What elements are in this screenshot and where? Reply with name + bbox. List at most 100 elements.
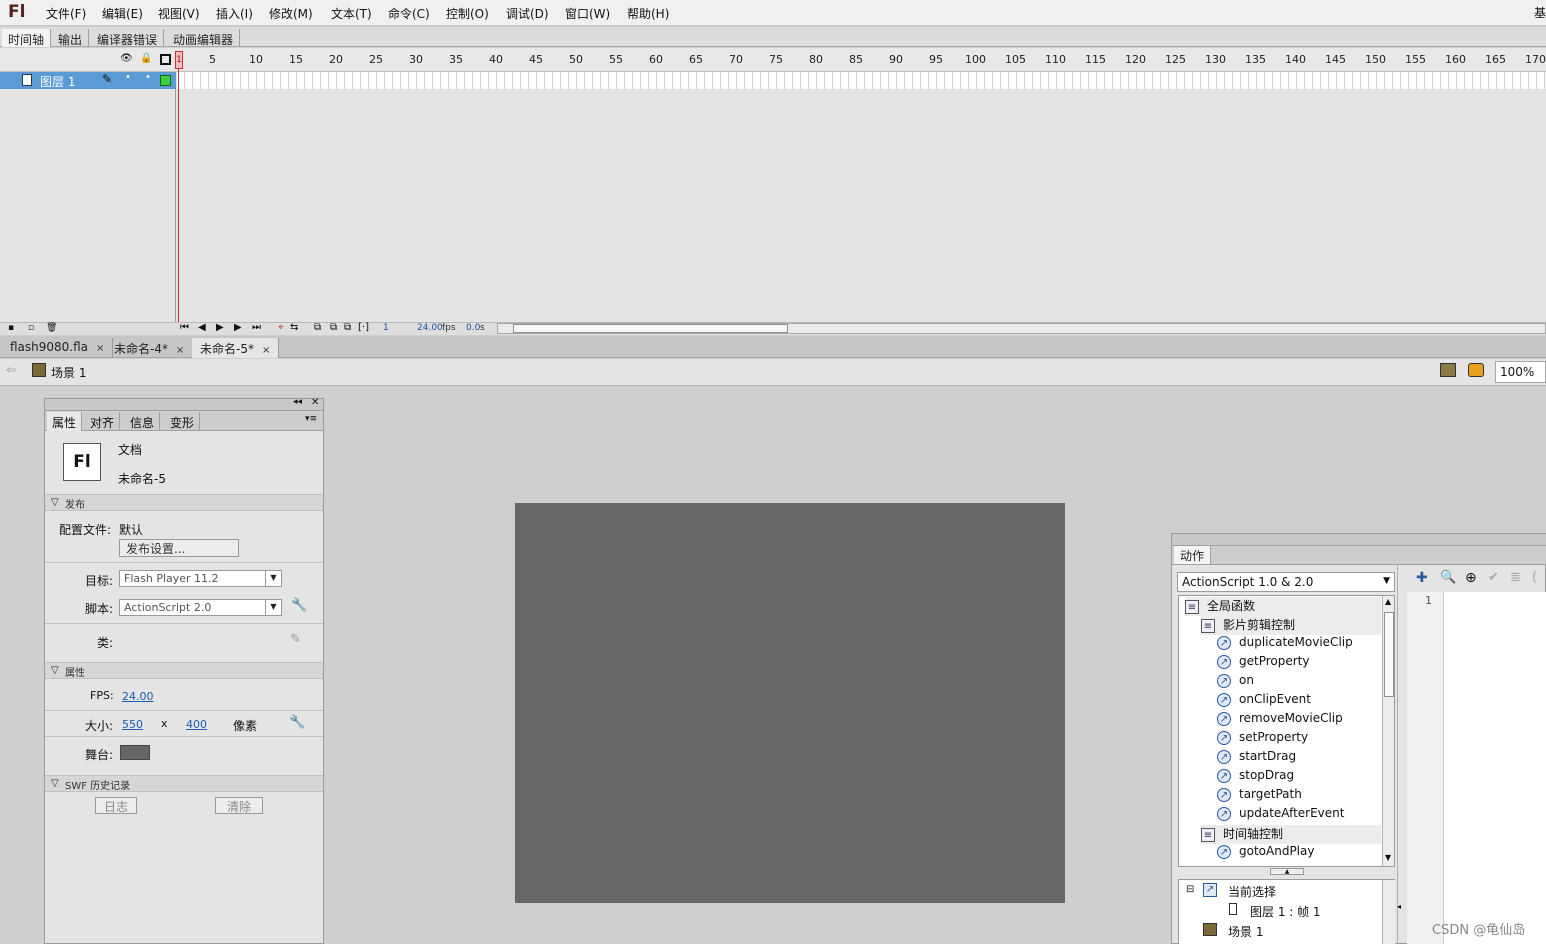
menu-help[interactable]: 帮助(H) <box>627 5 669 22</box>
first-frame-icon[interactable]: ⏮ <box>180 322 189 333</box>
layer-color-swatch[interactable] <box>160 75 171 86</box>
tab-align[interactable]: 对齐 <box>85 412 121 431</box>
scroll-up-icon[interactable]: ▲ <box>1385 597 1391 606</box>
splitter-handle[interactable]: ▲ <box>1270 868 1304 875</box>
current-selection-label[interactable]: 当前选择 <box>1228 883 1276 900</box>
height-value[interactable]: 400 <box>186 718 207 731</box>
edit-multiple-icon[interactable]: ⧉ <box>344 322 351 333</box>
tab-timeline[interactable]: 时间轴 <box>2 29 52 47</box>
menu-text[interactable]: 文本(T) <box>331 5 372 22</box>
tab-actions[interactable]: 动作 <box>1174 546 1212 564</box>
fps-value[interactable]: 24.00 <box>122 690 154 703</box>
onion-skin-icon[interactable]: ⧉ <box>314 322 321 333</box>
last-frame-icon[interactable]: ⏭ <box>252 322 261 333</box>
step-forward-icon[interactable]: ▶ <box>234 322 242 333</box>
navigator-scrollbar[interactable] <box>1382 880 1395 944</box>
lock-dot-icon[interactable]: • <box>145 72 151 83</box>
fps-readout[interactable]: 24.00 <box>417 323 443 333</box>
timeline-scroll-thumb[interactable] <box>513 324 788 333</box>
onion-markers-icon[interactable]: [·] <box>358 322 369 333</box>
workspace-switcher[interactable]: 基 <box>1534 4 1546 21</box>
menu-control[interactable]: 控制(O) <box>446 5 489 22</box>
add-icon[interactable]: ✚ <box>1416 570 1428 586</box>
close-icon[interactable]: × <box>96 343 104 354</box>
clear-button[interactable]: 清除 <box>215 797 263 814</box>
lock-icon[interactable]: 🔒 <box>140 53 152 64</box>
tree-function[interactable]: ↗ setProperty <box>1217 730 1381 749</box>
frame-selection-label[interactable]: 图层 1 : 帧 1 <box>1250 903 1321 920</box>
language-select[interactable]: ActionScript 1.0 & 2.0 ▼ <box>1177 572 1395 592</box>
code-hint-icon[interactable]: ( <box>1532 570 1537 585</box>
tab-motion-editor[interactable]: 动画编辑器 <box>167 29 241 47</box>
layer-row[interactable]: 图层 1 ✎ • • <box>0 72 176 89</box>
menu-modify[interactable]: 修改(M) <box>269 5 313 22</box>
tree-function[interactable]: ↗ stopDrag <box>1217 768 1381 787</box>
wrench-icon[interactable]: 🔧 <box>291 598 307 613</box>
play-icon[interactable]: ▶ <box>216 322 224 333</box>
code-editor[interactable] <box>1444 592 1546 944</box>
menu-view[interactable]: 视图(V) <box>158 5 200 22</box>
tree-folder[interactable]: ≡ 影片剪辑控制 <box>1201 616 1381 635</box>
close-icon[interactable]: × <box>176 345 184 356</box>
menu-window[interactable]: 窗口(W) <box>565 5 610 22</box>
properties-section-header[interactable]: ▽ 属性 <box>45 662 323 679</box>
wrench-icon[interactable]: 🔧 <box>289 715 305 730</box>
scene-label[interactable]: 场景 1 <box>51 364 86 381</box>
center-frame-icon[interactable]: ⌖ <box>278 322 284 333</box>
tree-function[interactable]: ↗ gotoAndPlay <box>1217 844 1381 863</box>
outline-icon[interactable] <box>160 54 171 65</box>
step-back-icon[interactable]: ◀ <box>198 322 206 333</box>
tree-function[interactable]: ↗ getProperty <box>1217 654 1381 673</box>
target-select[interactable]: Flash Player 11.2 ▼ <box>119 570 282 587</box>
visible-dot-icon[interactable]: • <box>125 72 131 83</box>
new-layer-icon[interactable]: ▪ <box>8 323 14 333</box>
collapse-icon[interactable]: ⊟ <box>1186 884 1194 895</box>
playhead-handle[interactable]: 1 <box>175 51 183 69</box>
panel-menu-icon[interactable]: ▾≡ <box>305 414 317 424</box>
eye-icon[interactable]: 👁 <box>120 53 133 64</box>
frame-cells[interactable] <box>177 72 1546 89</box>
script-select[interactable]: ActionScript 2.0 ▼ <box>119 599 282 616</box>
stage-color-swatch[interactable] <box>120 745 150 760</box>
pencil-icon[interactable]: ✎ <box>290 632 301 647</box>
scene-selection-label[interactable]: 场景 1 <box>1228 923 1263 940</box>
scroll-thumb[interactable] <box>1384 612 1394 697</box>
tab-properties[interactable]: 属性 <box>47 412 83 431</box>
edit-symbols-icon[interactable] <box>1468 363 1484 377</box>
doc-tab-untitled-4[interactable]: 未命名-4* × <box>106 338 194 358</box>
menu-insert[interactable]: 插入(I) <box>216 5 253 22</box>
tree-function[interactable]: ↗ duplicateMovieClip <box>1217 635 1381 654</box>
menu-edit[interactable]: 编辑(E) <box>102 5 143 22</box>
tree-function[interactable]: ↗ removeMovieClip <box>1217 711 1381 730</box>
menu-debug[interactable]: 调试(D) <box>506 5 549 22</box>
panel-header[interactable]: ◂◂ ✕ <box>45 397 323 411</box>
edit-scene-icon[interactable] <box>1440 363 1456 377</box>
format-icon[interactable]: ≣ <box>1510 570 1521 585</box>
check-syntax-icon[interactable]: ✔ <box>1488 570 1499 585</box>
tab-output[interactable]: 输出 <box>52 29 90 47</box>
swf-history-section-header[interactable]: ▽ SWF 历史记录 <box>45 775 323 792</box>
menu-commands[interactable]: 命令(C) <box>388 5 430 22</box>
close-icon[interactable]: × <box>262 345 270 356</box>
panel-header[interactable] <box>1172 534 1546 546</box>
back-arrow-icon[interactable]: ⇐ <box>6 363 17 378</box>
publish-settings-button[interactable]: 发布设置... <box>119 539 239 557</box>
log-button[interactable]: 日志 <box>95 797 137 814</box>
tree-folder[interactable]: ≡ 全局函数 <box>1185 597 1381 616</box>
doc-tab-flash9080[interactable]: flash9080.fla × <box>2 338 114 358</box>
delete-icon[interactable]: 🗑 <box>46 323 57 333</box>
close-icon[interactable]: ✕ <box>311 397 319 408</box>
scroll-down-icon[interactable]: ▼ <box>1385 853 1391 862</box>
collapse-arrow-icon[interactable]: ◂ <box>1397 902 1401 911</box>
tree-scrollbar[interactable]: ▲ ▼ <box>1382 596 1394 866</box>
collapse-icon[interactable]: ◂◂ <box>293 397 302 407</box>
tree-function[interactable]: ↗ updateAfterEvent <box>1217 806 1381 825</box>
target-icon[interactable]: ⊕ <box>1465 570 1477 586</box>
loop-icon[interactable]: ⇆ <box>290 322 298 333</box>
zoom-field[interactable]: 100% <box>1495 361 1546 383</box>
menu-file[interactable]: 文件(F) <box>46 5 86 22</box>
publish-section-header[interactable]: ▽ 发布 <box>45 494 323 511</box>
new-folder-icon[interactable]: ▫ <box>28 323 34 333</box>
layer-name[interactable]: 图层 1 <box>40 73 75 90</box>
tree-function[interactable]: ↗ startDrag <box>1217 749 1381 768</box>
